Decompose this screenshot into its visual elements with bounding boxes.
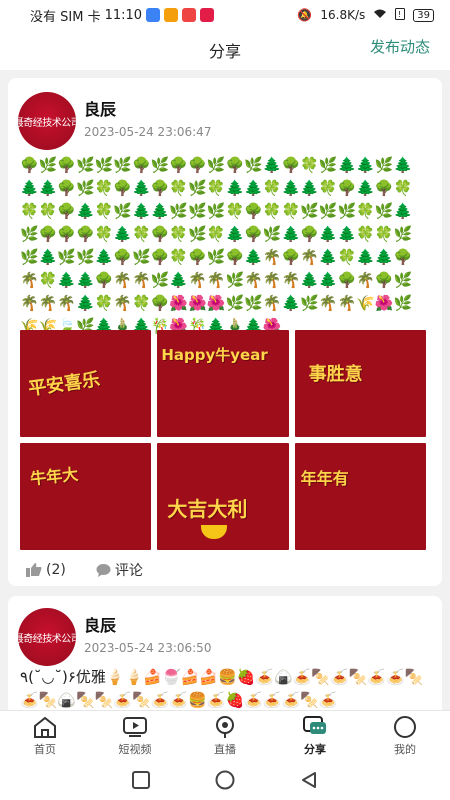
like-button[interactable]: (2) [26,562,66,578]
image-caption: 年年有 [300,469,349,488]
post-content: ٩(˘◡˘)۶优雅🍦🍦🍰🍧🍰🍰🍔🍓🍝🍙🍝🍢🍝🍢🍝🍝🍢🍝🍢🍙🍢🍢🍝🍢🍝🍝🍔🍝🍓🍝🍝… [20,668,424,709]
nav-short-video[interactable]: 短视频 [90,711,180,760]
clock-text: 11:10 [104,7,143,23]
page-header: 分享 发布动态 [0,30,450,70]
post-timestamp: 2023-05-24 23:06:50 [84,641,212,655]
battery-level: 39 [417,9,430,21]
post-author-row: 聂奇经技术公司 良辰 2023-05-24 23:06:47 [18,92,211,150]
author-meta: 良辰 2023-05-24 23:06:50 [84,612,211,655]
page-title: 分享 [208,42,241,61]
publish-post-button[interactable]: 发布动态 [370,36,430,57]
nav-short-video-label: 短视频 [118,742,152,756]
mute-icon: 🔕 [297,8,313,22]
app-notification-icon [200,8,215,22]
home-button[interactable] [215,770,235,790]
wifi-icon [373,8,387,22]
nav-share-label: 分享 [304,742,326,756]
profile-icon [394,715,416,738]
post-image[interactable]: Happy牛year [157,330,289,437]
system-nav-bar [0,760,450,800]
comment-label: 评论 [114,563,143,579]
post-card: 聂奇经技术公司 良辰 2023-05-24 23:06:50 ٩(˘◡˘)۶优雅… [8,596,442,710]
status-right: 🔕 16.8K/s ! 39 [297,7,434,23]
svg-text:!: ! [398,10,401,19]
post-card: 聂奇经技术公司 良辰 2023-05-24 23:06:47 🌳🌿🌳🌿🌿🌿🌳🌿🌳… [8,78,442,586]
live-camera-icon [216,715,234,738]
nav-live[interactable]: 直播 [180,711,270,760]
back-button[interactable] [300,771,318,789]
post-image[interactable]: 平安喜乐 [20,330,152,437]
author-name: 良辰 [84,100,117,119]
feed-list[interactable]: 聂奇经技术公司 良辰 2023-05-24 23:06:47 🌳🌿🌳🌿🌿🌿🌳🌿🌳… [0,70,450,710]
battery-icon: 39 [413,8,434,22]
image-caption: Happy牛year [161,346,268,364]
app-notification-icon [146,8,161,22]
sim-icon: ! [395,7,406,23]
nav-home[interactable]: 首页 [0,711,90,760]
avatar-logo-text: 聂奇经技术公司 [18,117,76,129]
gold-ingot-icon [201,525,228,539]
post-timestamp: 2023-05-24 23:06:47 [84,125,212,139]
author-meta: 良辰 2023-05-24 23:06:47 [84,96,211,139]
app-notification-icon [164,8,179,22]
image-caption: 平安喜乐 [27,369,102,400]
thumbs-up-icon [26,563,42,577]
avatar[interactable]: 聂奇经技术公司 [18,608,76,666]
status-left: 没有 SIM 卡 11:10 [30,6,215,25]
status-bar: 没有 SIM 卡 11:10 🔕 16.8K/s ! 39 [0,0,450,30]
post-content: 🌳🌿🌳🌿🌿🌿🌳🌿🌳🌳🌿🌳🌿🌲🌳🍀🌿🌲🌲🌿🌲🌲🌲🌳🌿🍀🌳🌲🌳🍀🌿🍀🌲🌲🍀🌲🌲🍀🌳🌲… [20,156,413,335]
like-count: (2) [46,562,66,578]
home-icon [34,716,56,738]
avatar-logo-text: 聂奇经技术公司 [18,633,76,645]
recent-apps-button[interactable] [132,771,151,789]
carrier-text: 没有 SIM 卡 [30,9,101,25]
image-caption: 事胜意 [308,364,363,385]
nav-profile-label: 我的 [394,742,416,756]
net-speed-text: 16.8K/s [320,8,366,22]
post-author-row: 聂奇经技术公司 良辰 2023-05-24 23:06:50 [18,608,211,666]
author-name: 良辰 [84,616,117,635]
image-caption: 大吉大利 [167,497,248,521]
post-image[interactable]: 牛年大 [20,443,152,550]
image-caption: 牛年大 [29,464,80,489]
post-image[interactable]: 事胜意 [294,330,426,437]
post-actions: (2) 评论 [26,560,143,580]
nav-share[interactable]: 分享 [270,711,360,760]
bottom-nav: 首页 短视频 直播 分享 我的 [0,710,450,760]
nav-profile[interactable]: 我的 [360,711,450,760]
post-image-grid: 平安喜乐 Happy牛year 事胜意 牛年大 大吉大利 年年有 [20,330,426,550]
video-icon [123,716,147,737]
app-notification-icon [182,8,197,22]
nav-home-label: 首页 [34,742,56,756]
comment-button[interactable]: 评论 [96,560,143,580]
chat-bubble-icon [303,715,326,734]
post-image[interactable]: 大吉大利 [157,443,289,550]
avatar[interactable]: 聂奇经技术公司 [18,92,76,150]
comment-icon [96,563,111,577]
nav-live-label: 直播 [214,742,236,756]
post-image[interactable]: 年年有 [294,443,426,550]
